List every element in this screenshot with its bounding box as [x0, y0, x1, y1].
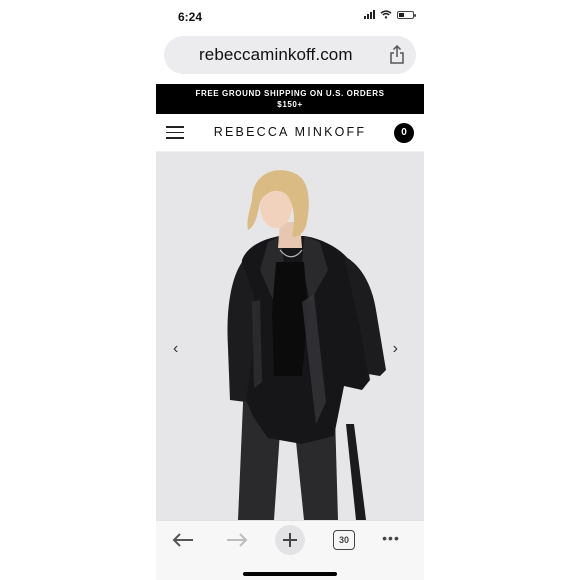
more-menu-icon[interactable]: ••• — [378, 527, 404, 549]
url-text[interactable]: rebeccaminkoff.com — [199, 45, 353, 65]
brand-logo[interactable]: REBECCA MINKOFF — [156, 125, 424, 139]
carousel-next-arrow[interactable]: › — [393, 340, 398, 358]
browser-toolbar: 30 ••• — [156, 520, 424, 580]
back-button[interactable] — [170, 529, 196, 551]
arrow-left-icon — [172, 533, 193, 547]
status-time: 6:24 — [178, 10, 203, 24]
new-tab-button[interactable] — [275, 525, 305, 555]
carousel-prev-arrow[interactable]: ‹ — [173, 340, 178, 358]
battery-icon — [397, 10, 416, 19]
wifi-icon — [380, 10, 392, 19]
plus-icon — [283, 533, 297, 547]
address-bar[interactable]: rebeccaminkoff.com — [164, 36, 416, 74]
banner-line-1: FREE GROUND SHIPPING ON U.S. ORDERS — [195, 89, 385, 98]
banner-line-2: $150+ — [277, 100, 303, 109]
site-header: REBECCA MINKOFF 0 — [156, 114, 424, 152]
product-photo — [227, 170, 386, 520]
status-bar: 6:24 — [156, 0, 424, 34]
tab-switcher-button[interactable]: 30 — [333, 530, 355, 550]
share-icon[interactable] — [388, 45, 406, 65]
status-icons — [364, 10, 416, 19]
arrow-right-icon — [227, 533, 248, 547]
signal-icon — [364, 10, 375, 19]
phone-screen: 6:24 rebeccaminkoff.com FREE GROUND SHIP… — [156, 0, 424, 580]
forward-button[interactable] — [224, 529, 250, 551]
promo-banner[interactable]: FREE GROUND SHIPPING ON U.S. ORDERS $150… — [156, 84, 424, 114]
product-image-carousel[interactable]: ‹ › — [156, 152, 424, 520]
home-indicator[interactable] — [243, 572, 337, 576]
cart-badge[interactable]: 0 — [394, 123, 414, 143]
